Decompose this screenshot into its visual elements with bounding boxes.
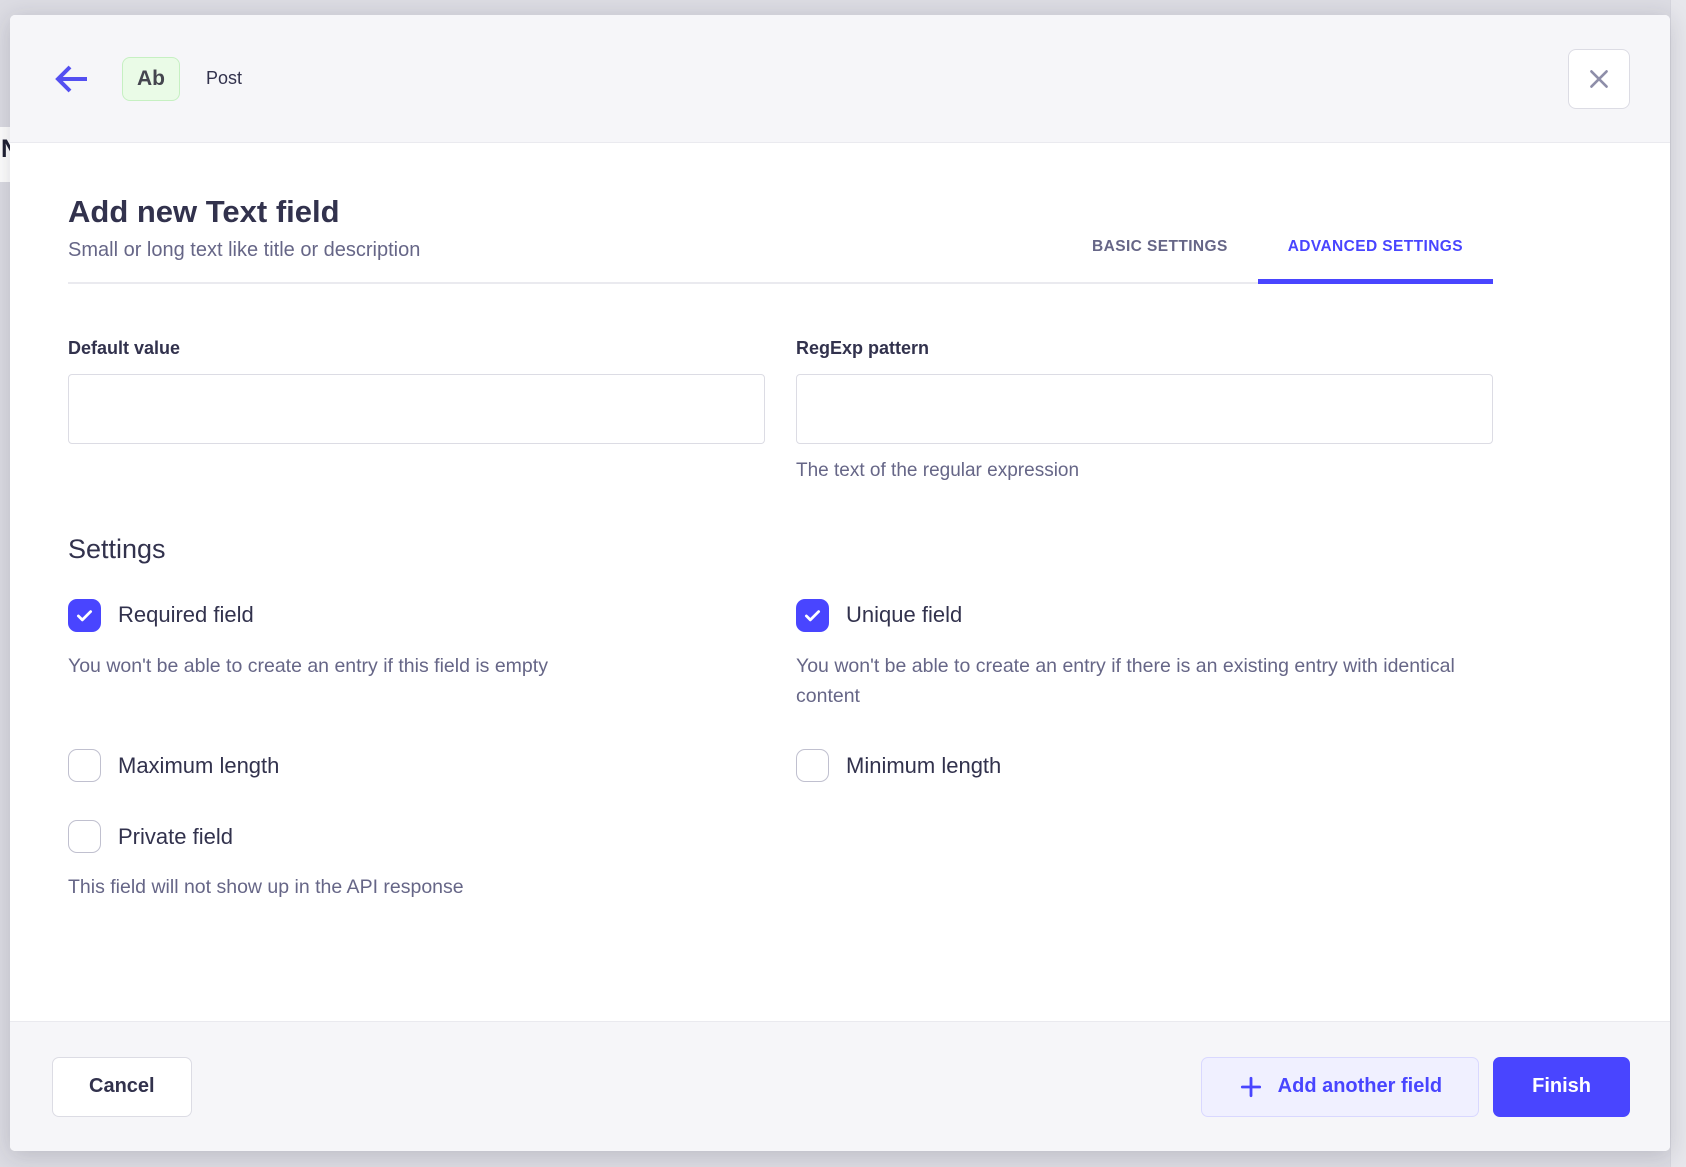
page-scrollbar[interactable] [1670,0,1686,1167]
required-field-label[interactable]: Required field [118,602,254,628]
tab-basic-settings[interactable]: BASIC SETTINGS [1062,222,1258,282]
add-field-modal: Ab Post Add new Text field Small or long… [10,15,1670,1151]
minimum-length-checkbox[interactable] [796,749,829,782]
settings-row-3: Private field This field will not show u… [68,820,1493,902]
settings-empty-cell [796,820,1493,902]
minimum-length-control[interactable]: Minimum length [796,749,1493,782]
required-field-description: You won't be able to create an entry if … [68,651,748,681]
checkmark-icon [802,605,823,626]
dialog-head-text: Add new Text field Small or long text li… [68,193,420,282]
default-value-label: Default value [68,338,765,359]
required-field-setting: Required field You won't be able to crea… [68,599,765,711]
screen: N Ab Post [0,0,1686,1167]
unique-field-description: You won't be able to create an entry if … [796,651,1476,711]
regexp-pattern-label: RegExp pattern [796,338,1493,359]
background-clipped-text: N [1,135,10,164]
regexp-pattern-field: RegExp pattern The text of the regular e… [796,338,1493,482]
plus-icon [1238,1074,1264,1100]
maximum-length-label[interactable]: Maximum length [118,753,279,779]
add-another-field-label: Add another field [1278,1075,1442,1098]
modal-body: Add new Text field Small or long text li… [10,143,1670,1021]
minimum-length-label[interactable]: Minimum length [846,753,1001,779]
dialog-title: Add new Text field [68,193,420,232]
default-value-input[interactable] [68,374,765,444]
regexp-pattern-hint: The text of the regular expression [796,460,1493,482]
settings-row-2: Maximum length Minimum length [68,749,1493,782]
modal-header: Ab Post [10,15,1670,143]
unique-field-setting: Unique field You won't be able to create… [796,599,1493,711]
default-value-field: Default value [68,338,765,482]
required-field-checkbox[interactable] [68,599,101,632]
close-button[interactable] [1568,49,1630,109]
maximum-length-control[interactable]: Maximum length [68,749,765,782]
field-type-badge-label: Ab [137,67,165,91]
minimum-length-setting: Minimum length [796,749,1493,782]
arrow-left-icon [54,63,90,95]
settings-row-1: Required field You won't be able to crea… [68,599,1493,711]
content-type-name: Post [206,68,242,89]
add-another-field-button[interactable]: Add another field [1201,1057,1479,1117]
dialog-head: Add new Text field Small or long text li… [68,193,1493,284]
modal-footer: Cancel Add another field Finish [10,1021,1670,1151]
unique-field-control[interactable]: Unique field [796,599,1493,632]
required-field-control[interactable]: Required field [68,599,765,632]
background-page-fragment: N [0,127,10,182]
unique-field-checkbox[interactable] [796,599,829,632]
private-field-setting: Private field This field will not show u… [68,820,765,902]
tab-advanced-settings[interactable]: ADVANCED SETTINGS [1258,222,1493,282]
close-icon [1586,66,1612,92]
advanced-form: Default value RegExp pattern The text of… [68,338,1493,482]
private-field-control[interactable]: Private field [68,820,765,853]
private-field-description: This field will not show up in the API r… [68,872,748,902]
unique-field-label[interactable]: Unique field [846,602,962,628]
dialog-subtitle: Small or long text like title or descrip… [68,239,420,262]
footer-actions: Add another field Finish [1201,1057,1630,1117]
maximum-length-setting: Maximum length [68,749,765,782]
field-type-badge: Ab [122,57,180,101]
maximum-length-checkbox[interactable] [68,749,101,782]
private-field-label[interactable]: Private field [118,824,233,850]
settings-tabs: BASIC SETTINGS ADVANCED SETTINGS [1062,222,1493,282]
settings-checkbox-group: Required field You won't be able to crea… [68,599,1493,903]
regexp-pattern-input[interactable] [796,374,1493,444]
settings-section-heading: Settings [68,534,1493,565]
finish-button[interactable]: Finish [1493,1057,1630,1117]
back-button[interactable] [50,59,94,99]
private-field-checkbox[interactable] [68,820,101,853]
cancel-button[interactable]: Cancel [52,1057,192,1117]
checkmark-icon [74,605,95,626]
